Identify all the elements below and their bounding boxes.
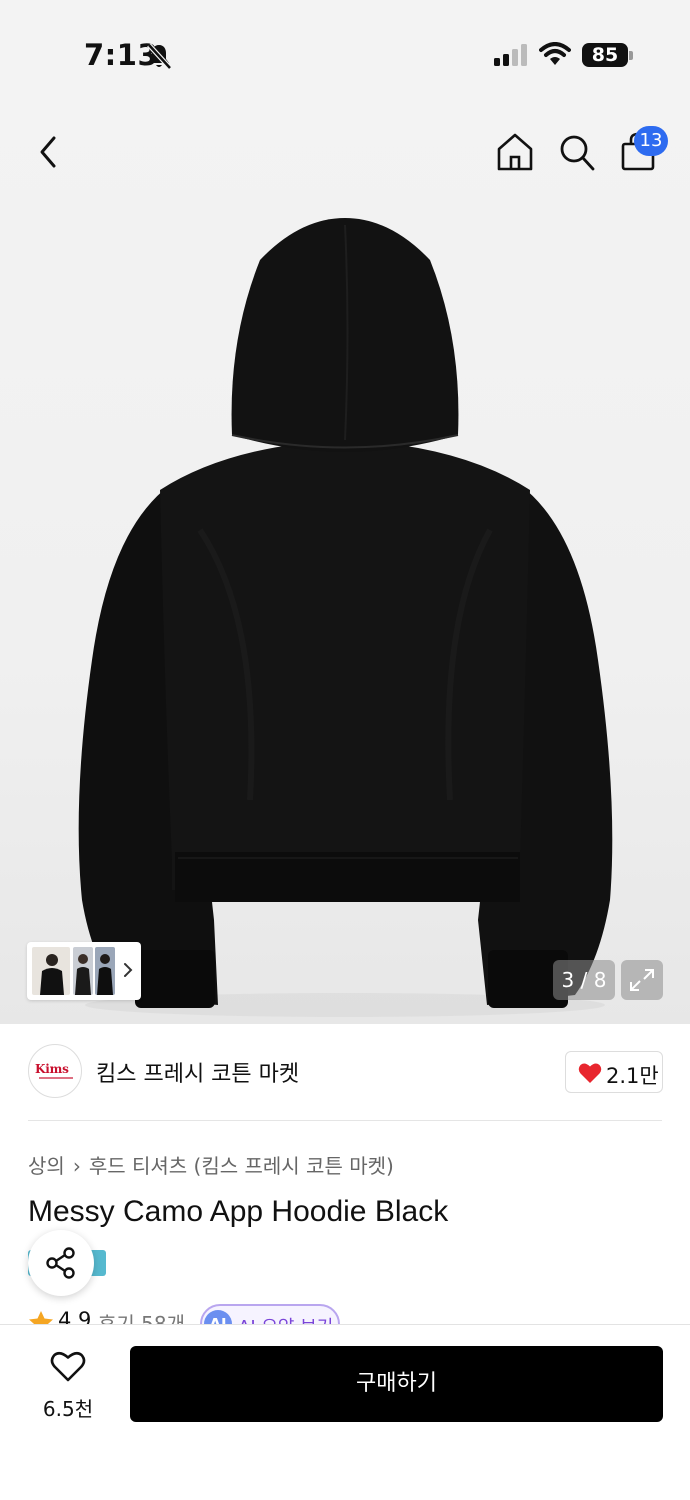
thumbnail-strip[interactable] xyxy=(27,942,141,1000)
share-icon xyxy=(46,1247,75,1279)
home-icon[interactable] xyxy=(496,132,534,172)
heart-outline-icon xyxy=(50,1351,86,1382)
product-image-gallery[interactable]: 3 / 8 xyxy=(0,100,690,1024)
thumbnail-2[interactable] xyxy=(73,947,93,995)
brand-logo-wordmark: Kims xyxy=(35,1062,69,1076)
expand-icon xyxy=(630,969,654,991)
product-photo-hoodie-back xyxy=(78,218,613,1017)
brand-like-count: 2.1만 xyxy=(606,1064,659,1088)
battery-indicator: 85 xyxy=(582,43,628,67)
breadcrumb-separator-icon: › xyxy=(72,1154,81,1178)
image-counter: 3 / 8 xyxy=(553,960,615,1000)
brand-logo[interactable]: Kims xyxy=(28,1044,82,1098)
brand-name-link[interactable]: 킴스 프레시 코튼 마켓 xyxy=(96,1056,299,1088)
bottom-action-bar: 6.5천 구매하기 xyxy=(0,1324,690,1500)
status-bar: 7:13 85 xyxy=(0,0,690,100)
wifi-icon xyxy=(539,42,571,65)
product-detail-screen: 7:13 85 3 / 8 13 Kims 킴스 프레시 코튼 마켓 2.1만 … xyxy=(0,0,690,1500)
back-arrow-icon[interactable] xyxy=(32,130,68,174)
expand-button[interactable] xyxy=(621,960,663,1000)
thumbnail-3[interactable] xyxy=(95,947,115,995)
buy-button[interactable]: 구매하기 xyxy=(130,1346,663,1422)
breadcrumb-subcategory[interactable]: 후드 티셔츠 (킴스 프레시 코튼 마켓) xyxy=(89,1154,394,1178)
breadcrumb-category[interactable]: 상의 xyxy=(28,1154,65,1178)
wishlist-button[interactable]: 6.5천 xyxy=(30,1349,106,1429)
battery-tip xyxy=(629,51,633,60)
bell-slash-icon xyxy=(147,43,172,70)
thumbnail-1-image xyxy=(40,954,64,995)
thumbnail-3-image xyxy=(97,954,113,995)
product-title: Messy Camo App Hoodie Black xyxy=(28,1195,449,1228)
brand-like-button[interactable]: 2.1만 xyxy=(565,1051,663,1093)
signal-icon xyxy=(494,44,527,66)
brand-logo-underline xyxy=(39,1077,73,1079)
thumbnail-2-image xyxy=(75,954,91,995)
wishlist-count: 6.5천 xyxy=(42,1397,94,1421)
section-divider xyxy=(28,1120,662,1121)
breadcrumb: 상의 › 후드 티셔츠 (킴스 프레시 코튼 마켓) xyxy=(28,1150,394,1179)
share-button[interactable] xyxy=(28,1230,94,1296)
cart-count-badge: 13 xyxy=(634,126,668,156)
thumbnail-1[interactable] xyxy=(32,947,70,995)
heart-icon xyxy=(578,1063,602,1083)
chevron-right-icon[interactable] xyxy=(122,958,134,982)
search-icon[interactable] xyxy=(558,132,596,172)
